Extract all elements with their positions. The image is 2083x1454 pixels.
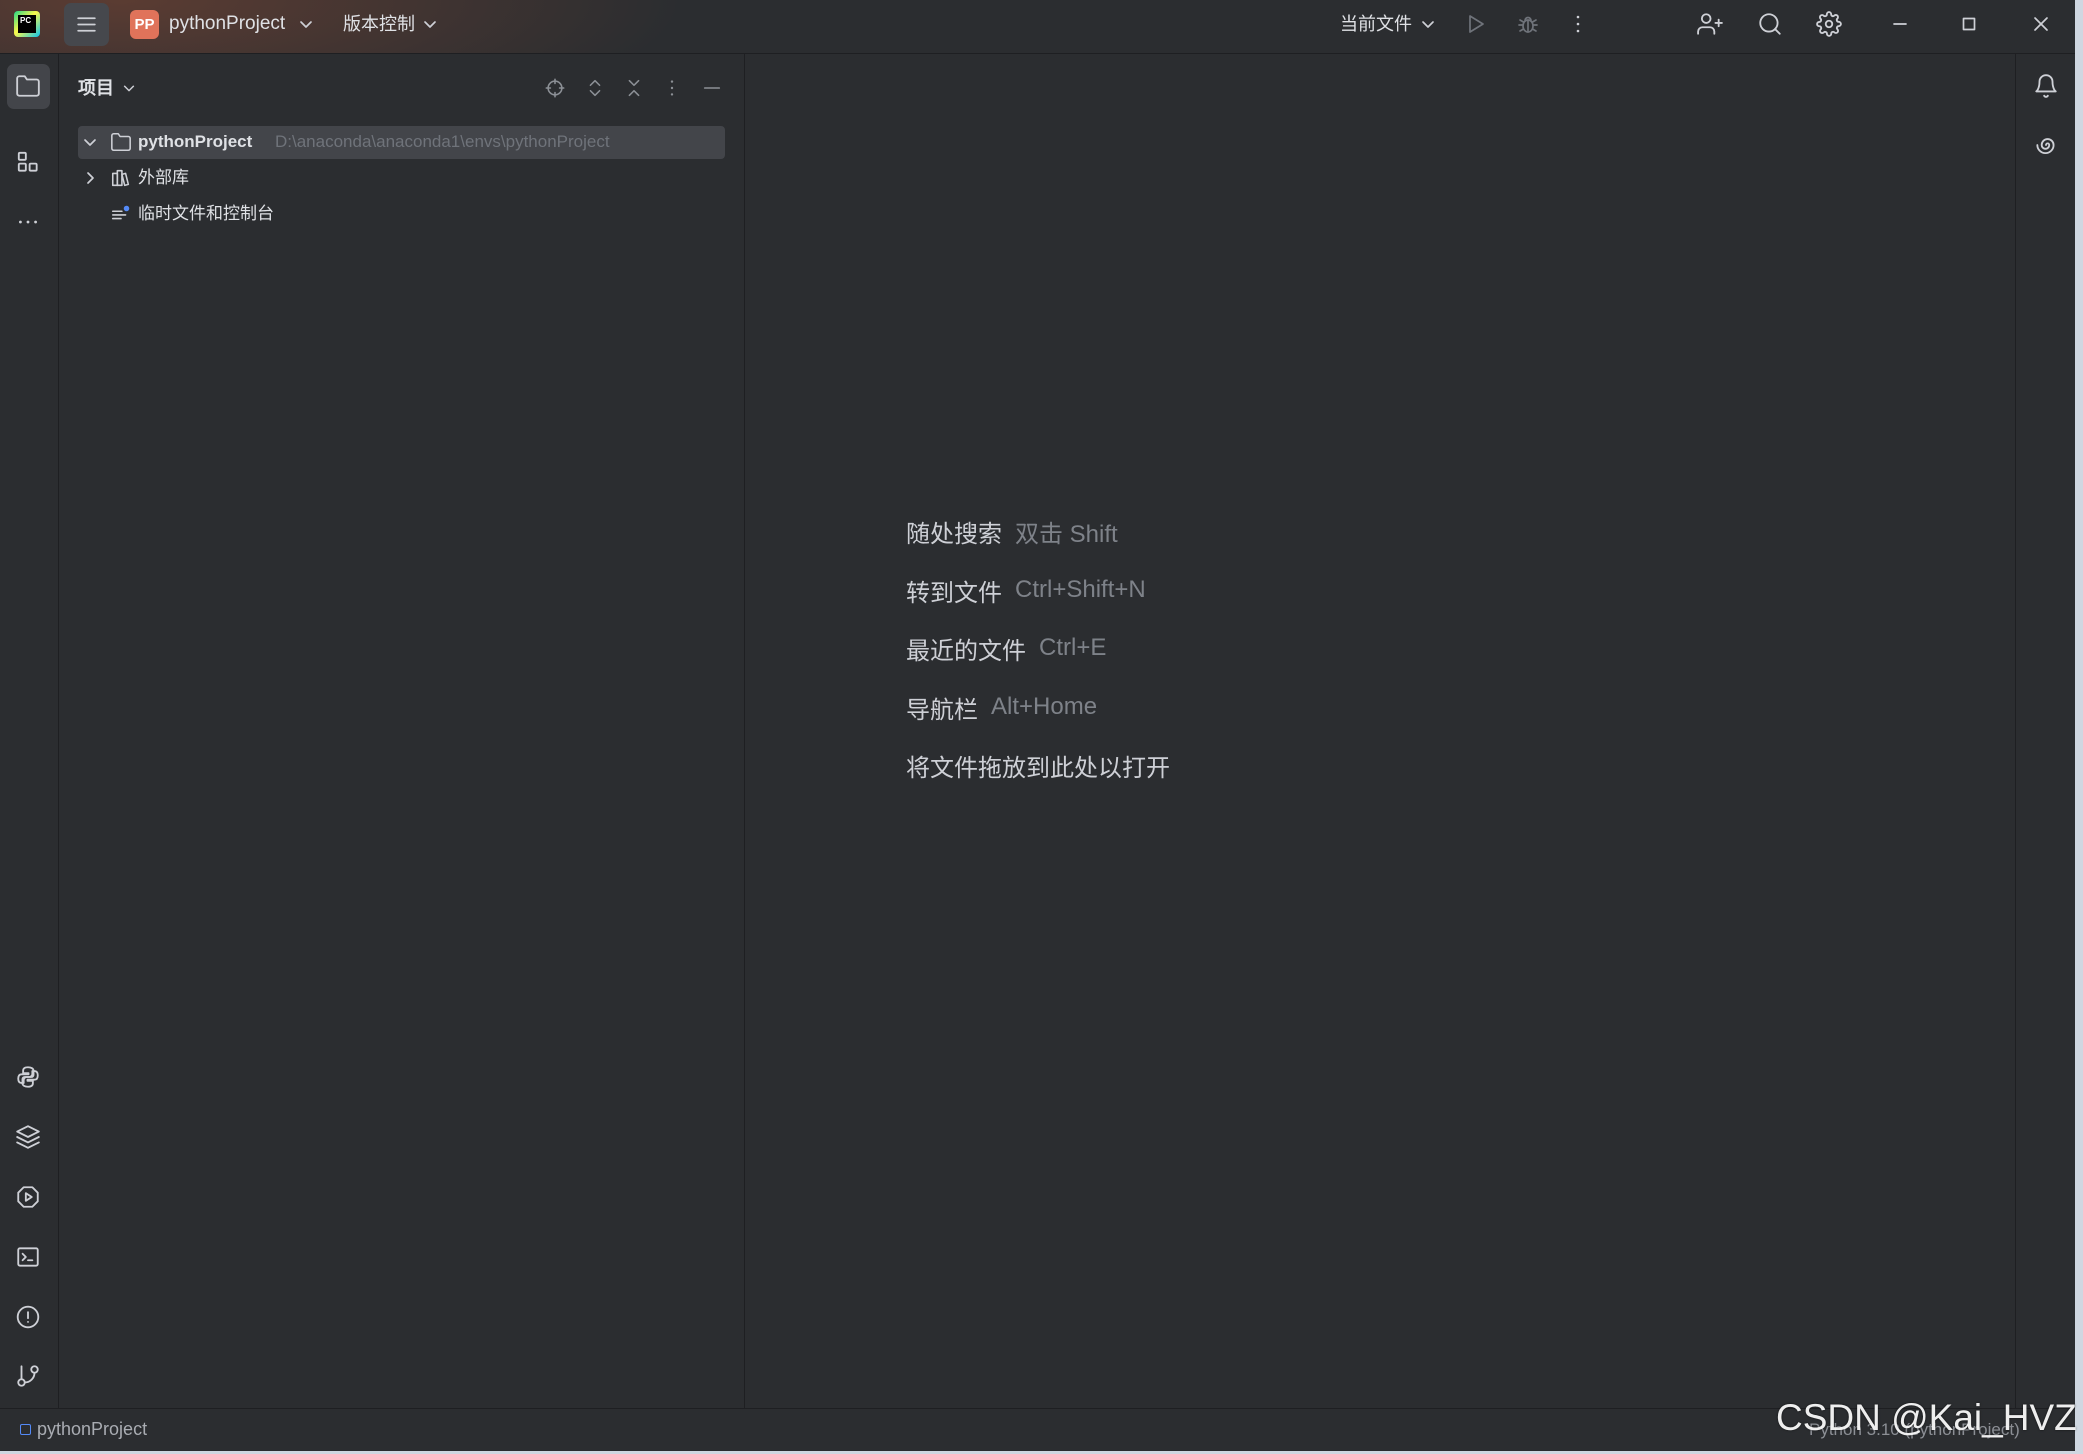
- chevron-down-icon: [82, 134, 98, 150]
- services-icon[interactable]: [15, 1184, 41, 1210]
- project-widget[interactable]: PP pythonProject: [126, 5, 322, 43]
- terminal-icon[interactable]: [15, 1244, 41, 1270]
- module-icon: [20, 1424, 31, 1435]
- pycharm-logo: PC: [14, 11, 40, 37]
- close-icon[interactable]: [2031, 14, 2051, 34]
- right-tool-strip: [2015, 54, 2075, 1408]
- structure-icon[interactable]: [15, 149, 41, 175]
- hint-recent-files: 最近的文件 Ctrl+E: [906, 632, 1107, 665]
- status-breadcrumb-project[interactable]: pythonProject: [37, 1417, 147, 1441]
- notifications-icon[interactable]: [2033, 73, 2059, 99]
- ide-window: PC PP pythonProject 版本控制 当前文件 项目 pythonP…: [0, 0, 2075, 1451]
- tree-row-path: D:\anaconda\anaconda1\envs\pythonProject: [275, 132, 610, 151]
- git-icon[interactable]: [15, 1363, 41, 1389]
- vcs-widget[interactable]: 版本控制: [338, 5, 438, 43]
- hint-action: 随处搜索: [906, 520, 1002, 548]
- run-config-label: 当前文件: [1340, 14, 1412, 34]
- hint-action: 最近的文件: [906, 637, 1026, 665]
- chevron-down-icon: [422, 16, 438, 32]
- left-tool-strip: [0, 54, 59, 1408]
- editor-area[interactable]: 随处搜索 双击 Shift 转到文件 Ctrl+Shift+N 最近的文件 Ct…: [745, 54, 2015, 1408]
- tree-row-label: pythonProject: [138, 132, 253, 151]
- hint-action: 导航栏: [906, 696, 978, 724]
- python-packages-icon[interactable]: [15, 1124, 41, 1150]
- minimize-icon[interactable]: [1890, 14, 1910, 34]
- hint-shortcut: 双击 Shift: [1015, 520, 1118, 548]
- hint-shortcut: Ctrl+E: [1039, 634, 1107, 661]
- run-config-widget[interactable]: 当前文件: [1335, 5, 1445, 43]
- project-tool-button[interactable]: [7, 64, 50, 109]
- maximize-icon[interactable]: [1959, 14, 1979, 34]
- project-badge: PP: [130, 10, 159, 39]
- main-menu-button[interactable]: [64, 3, 109, 46]
- hint-go-to-file: 转到文件 Ctrl+Shift+N: [906, 574, 1146, 607]
- search-icon[interactable]: [1757, 11, 1783, 37]
- logo-text: PC: [20, 16, 32, 25]
- chevron-down-icon: [298, 16, 314, 32]
- hide-icon[interactable]: [701, 77, 723, 99]
- tree-row-external-libraries[interactable]: 外部库: [78, 162, 725, 195]
- tree-row-label: 外部库: [138, 168, 189, 187]
- hint-action: 将文件拖放到此处以打开: [906, 754, 1170, 782]
- library-icon: [110, 167, 132, 189]
- hint-navigation-bar: 导航栏 Alt+Home: [906, 691, 1098, 724]
- hint-shortcut: Ctrl+Shift+N: [1015, 576, 1146, 603]
- hint-shortcut: Alt+Home: [991, 693, 1098, 720]
- more-vertical-icon[interactable]: [1566, 12, 1590, 36]
- project-name: pythonProject: [169, 13, 286, 34]
- chevron-down-icon: [1420, 16, 1436, 32]
- expand-all-icon[interactable]: [584, 77, 606, 99]
- ai-assistant-icon[interactable]: [2033, 132, 2059, 158]
- collapse-all-icon[interactable]: [623, 77, 645, 99]
- hint-search-everywhere: 随处搜索 双击 Shift: [906, 515, 1118, 548]
- tree-row-scratches[interactable]: 临时文件和控制台: [78, 198, 725, 231]
- tree-row-label: 临时文件和控制台: [138, 204, 274, 223]
- add-user-icon[interactable]: [1697, 11, 1723, 37]
- hamburger-icon: [74, 12, 99, 37]
- hint-drop-files: 将文件拖放到此处以打开: [906, 749, 1170, 782]
- more-horizontal-icon[interactable]: [15, 209, 41, 235]
- panel-title: 项目: [78, 78, 114, 98]
- settings-icon[interactable]: [1816, 11, 1842, 37]
- python-console-icon[interactable]: [15, 1064, 41, 1090]
- vcs-label: 版本控制: [343, 14, 415, 34]
- tree-row-project-root[interactable]: pythonProject D:\anaconda\anaconda1\envs…: [78, 126, 725, 159]
- more-vertical-icon[interactable]: [661, 77, 683, 99]
- scratches-icon: [110, 203, 132, 225]
- hint-action: 转到文件: [906, 579, 1002, 607]
- problems-icon[interactable]: [15, 1304, 41, 1330]
- title-bar: PC PP pythonProject 版本控制 当前文件: [0, 0, 2075, 54]
- project-panel: 项目 pythonProject D:\anaconda\anaconda1\e…: [59, 54, 745, 1408]
- folder-icon: [110, 131, 132, 153]
- watermark: CSDN @Kai_HVZ: [1776, 1397, 2077, 1438]
- folder-icon: [15, 73, 41, 99]
- project-view-selector[interactable]: 项目: [74, 72, 144, 104]
- run-icon[interactable]: [1464, 12, 1488, 36]
- status-bar: pythonProject Python 3.10 (pythonProject…: [0, 1408, 2075, 1451]
- logo-inner: PC: [18, 15, 36, 33]
- debug-icon[interactable]: [1516, 12, 1540, 36]
- chevron-right-icon: [82, 170, 98, 186]
- locate-icon[interactable]: [544, 77, 566, 99]
- chevron-down-icon: [122, 81, 136, 95]
